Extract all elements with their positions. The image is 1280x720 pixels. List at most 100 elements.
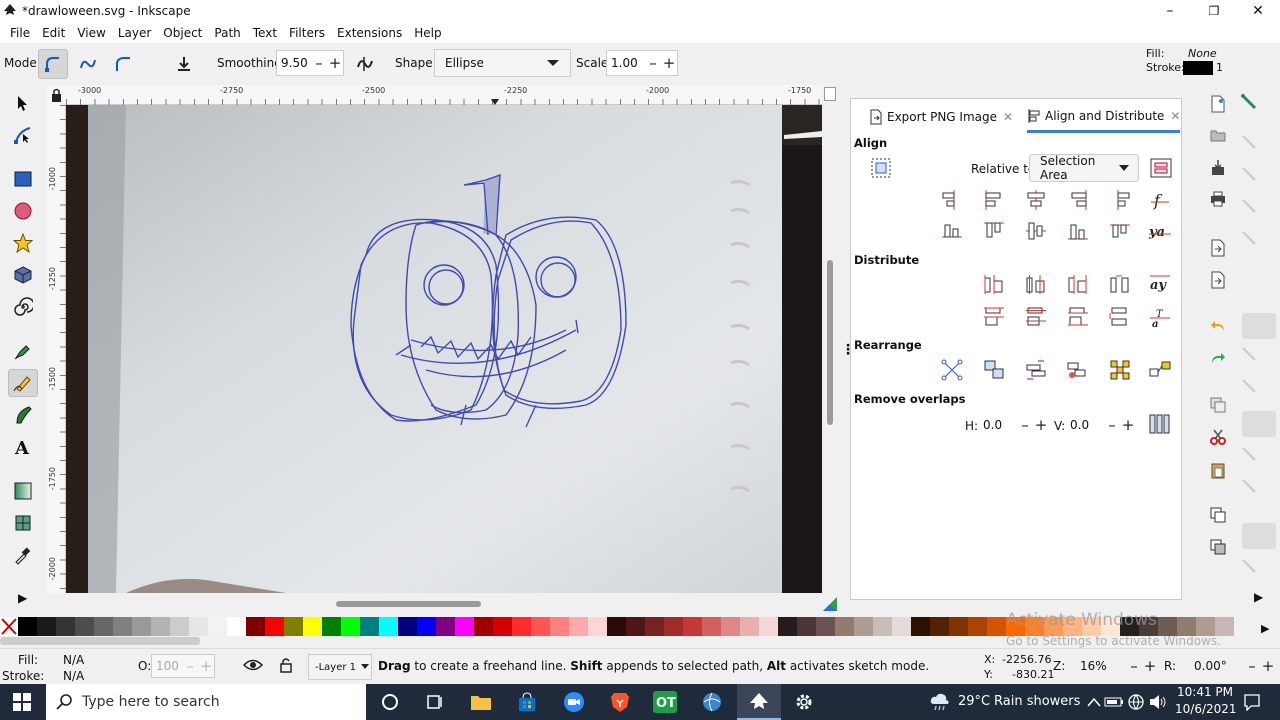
menu-object[interactable]: Object — [157, 26, 208, 40]
palette-swatch[interactable] — [607, 617, 626, 636]
smoothing-decrement-button[interactable]: – — [311, 54, 327, 72]
palette-swatch[interactable] — [303, 617, 322, 636]
close-button[interactable]: ✕ — [1236, 0, 1280, 22]
snap-bbox-icon[interactable] — [1240, 133, 1258, 154]
copy-icon[interactable] — [1210, 397, 1226, 416]
palette-swatch[interactable] — [455, 617, 474, 636]
snap-bbox-midpoints-icon[interactable] — [1240, 229, 1258, 250]
palette-swatch[interactable] — [284, 617, 303, 636]
randomize-positions-button[interactable] — [1066, 358, 1092, 384]
overlap-h-decrement-button[interactable]: – — [1017, 416, 1033, 434]
calligraphy-tool[interactable] — [8, 401, 38, 429]
pencil-tool[interactable] — [8, 369, 38, 397]
distribute-gaps-horizontal-button[interactable] — [1108, 272, 1134, 298]
opacity-increment-button[interactable]: + — [198, 657, 214, 675]
align-baseline-horizontal-button[interactable]: f — [1148, 188, 1174, 214]
scale-value[interactable]: 1.00 — [607, 56, 645, 70]
selector-tool[interactable] — [8, 89, 38, 117]
rectangle-tool[interactable] — [8, 165, 38, 193]
battery-tray-icon[interactable] — [1102, 690, 1126, 714]
palette-swatch[interactable] — [341, 617, 360, 636]
toolbox-expand-icon[interactable]: ▶ — [18, 591, 27, 605]
zoom-decrement-button[interactable]: – — [1126, 657, 1142, 675]
menu-help[interactable]: Help — [408, 26, 447, 40]
minimize-button[interactable]: – — [1148, 0, 1192, 22]
align-baseline-vertical-button[interactable]: ya — [1148, 219, 1174, 245]
opacity-value[interactable]: 100 — [152, 659, 182, 673]
overlap-h-increment-button[interactable]: + — [1033, 416, 1049, 434]
palette-swatch[interactable] — [37, 617, 56, 636]
exchange-positions-button[interactable] — [982, 358, 1008, 384]
palette-swatch[interactable] — [702, 617, 721, 636]
palette-swatch[interactable] — [911, 617, 930, 636]
smoothing-value[interactable]: 9.50 — [277, 56, 311, 70]
zoom-spinbox[interactable]: 16% – + — [1072, 654, 1158, 678]
clone-icon[interactable] — [1210, 539, 1226, 558]
brave-taskbar-button[interactable] — [608, 690, 632, 714]
ot-app-taskbar-button[interactable]: OT — [653, 690, 677, 714]
cut-icon[interactable] — [1210, 429, 1226, 448]
exchange-by-z-order-button[interactable] — [1024, 358, 1050, 384]
tab-export-png[interactable]: Export PNG Image ✕ — [869, 101, 1013, 133]
import-icon[interactable] — [1210, 239, 1226, 260]
horizontal-scrollbar[interactable] — [66, 595, 822, 613]
palette-swatch[interactable] — [569, 617, 588, 636]
file-explorer-taskbar-button[interactable] — [469, 690, 493, 714]
rotation-decrement-button[interactable]: – — [1244, 657, 1260, 675]
scale-decrement-button[interactable]: – — [645, 54, 661, 72]
node-tool[interactable] — [8, 121, 38, 149]
palette-swatch[interactable] — [816, 617, 835, 636]
vertical-scroll-thumb[interactable] — [827, 260, 833, 425]
palette-swatch[interactable] — [132, 617, 151, 636]
rotation-increment-button[interactable]: + — [1260, 657, 1276, 675]
align-top-edges-button[interactable] — [982, 219, 1008, 245]
vertical-scrollbar[interactable] — [822, 87, 838, 593]
palette-scrollbar[interactable] — [0, 637, 200, 645]
star-tool[interactable] — [8, 229, 38, 257]
palette-swatch[interactable] — [721, 617, 740, 636]
unclump-button[interactable] — [1108, 358, 1134, 384]
palette-swatch[interactable] — [664, 617, 683, 636]
palette-swatch[interactable] — [246, 617, 265, 636]
vertical-ruler[interactable]: -1000 -1250 -1500 -1750 -2000 — [46, 105, 66, 593]
distribute-top-edges-button[interactable] — [982, 305, 1008, 331]
palette-swatch[interactable] — [873, 617, 892, 636]
menu-text[interactable]: Text — [247, 26, 283, 40]
center-on-horizontal-axis-button[interactable] — [1024, 219, 1050, 245]
current-layer-dropdown[interactable]: -Layer 1 — [308, 654, 372, 680]
start-button[interactable] — [10, 690, 34, 714]
palette-swatch[interactable] — [588, 617, 607, 636]
palette-swatch[interactable] — [892, 617, 911, 636]
palette-swatch[interactable] — [189, 617, 208, 636]
palette-swatch[interactable] — [208, 617, 227, 636]
palette-swatch[interactable] — [778, 617, 797, 636]
snap-smooth-icon[interactable] — [1240, 445, 1258, 466]
palette-swatch[interactable] — [75, 617, 94, 636]
overlap-v-increment-button[interactable]: + — [1120, 416, 1136, 434]
shape-dropdown[interactable]: Ellipse — [434, 49, 571, 77]
distribute-centers-horizontal-button[interactable] — [1024, 272, 1050, 298]
align-bottom-edges-button[interactable] — [1066, 219, 1092, 245]
snap-bbox-corners-icon[interactable] — [1240, 197, 1258, 218]
close-icon[interactable]: ✕ — [1170, 109, 1180, 123]
inkscape-taskbar-button[interactable] — [737, 684, 781, 720]
opacity-decrement-button[interactable]: – — [182, 657, 198, 675]
settings-taskbar-button[interactable] — [792, 690, 816, 714]
palette-swatch[interactable] — [322, 617, 341, 636]
rotation-spinbox[interactable]: 0.00° – + — [1182, 654, 1276, 678]
menu-path[interactable]: Path — [208, 26, 246, 40]
zoom-app-taskbar-button[interactable] — [562, 690, 586, 714]
clock-date[interactable]: 10/6/2021 — [1175, 702, 1237, 716]
palette-swatch[interactable] — [797, 617, 816, 636]
fill-indicator-value[interactable]: None — [1188, 47, 1217, 60]
menu-view[interactable]: View — [71, 26, 111, 40]
relative-to-dropdown[interactable]: Selection Area — [1029, 154, 1139, 182]
align-top-to-bottom-anchor-button[interactable] — [1108, 219, 1134, 245]
smoothing-spinbox[interactable]: 9.50 – + — [276, 50, 344, 76]
palette-swatch[interactable] — [645, 617, 664, 636]
scale-increment-button[interactable]: + — [661, 54, 677, 72]
rotation-value[interactable]: 0.00° — [1182, 659, 1244, 673]
palette-swatch[interactable] — [474, 617, 493, 636]
menu-extensions[interactable]: Extensions — [331, 26, 408, 40]
snap-midpoints-icon[interactable] — [1240, 477, 1258, 498]
